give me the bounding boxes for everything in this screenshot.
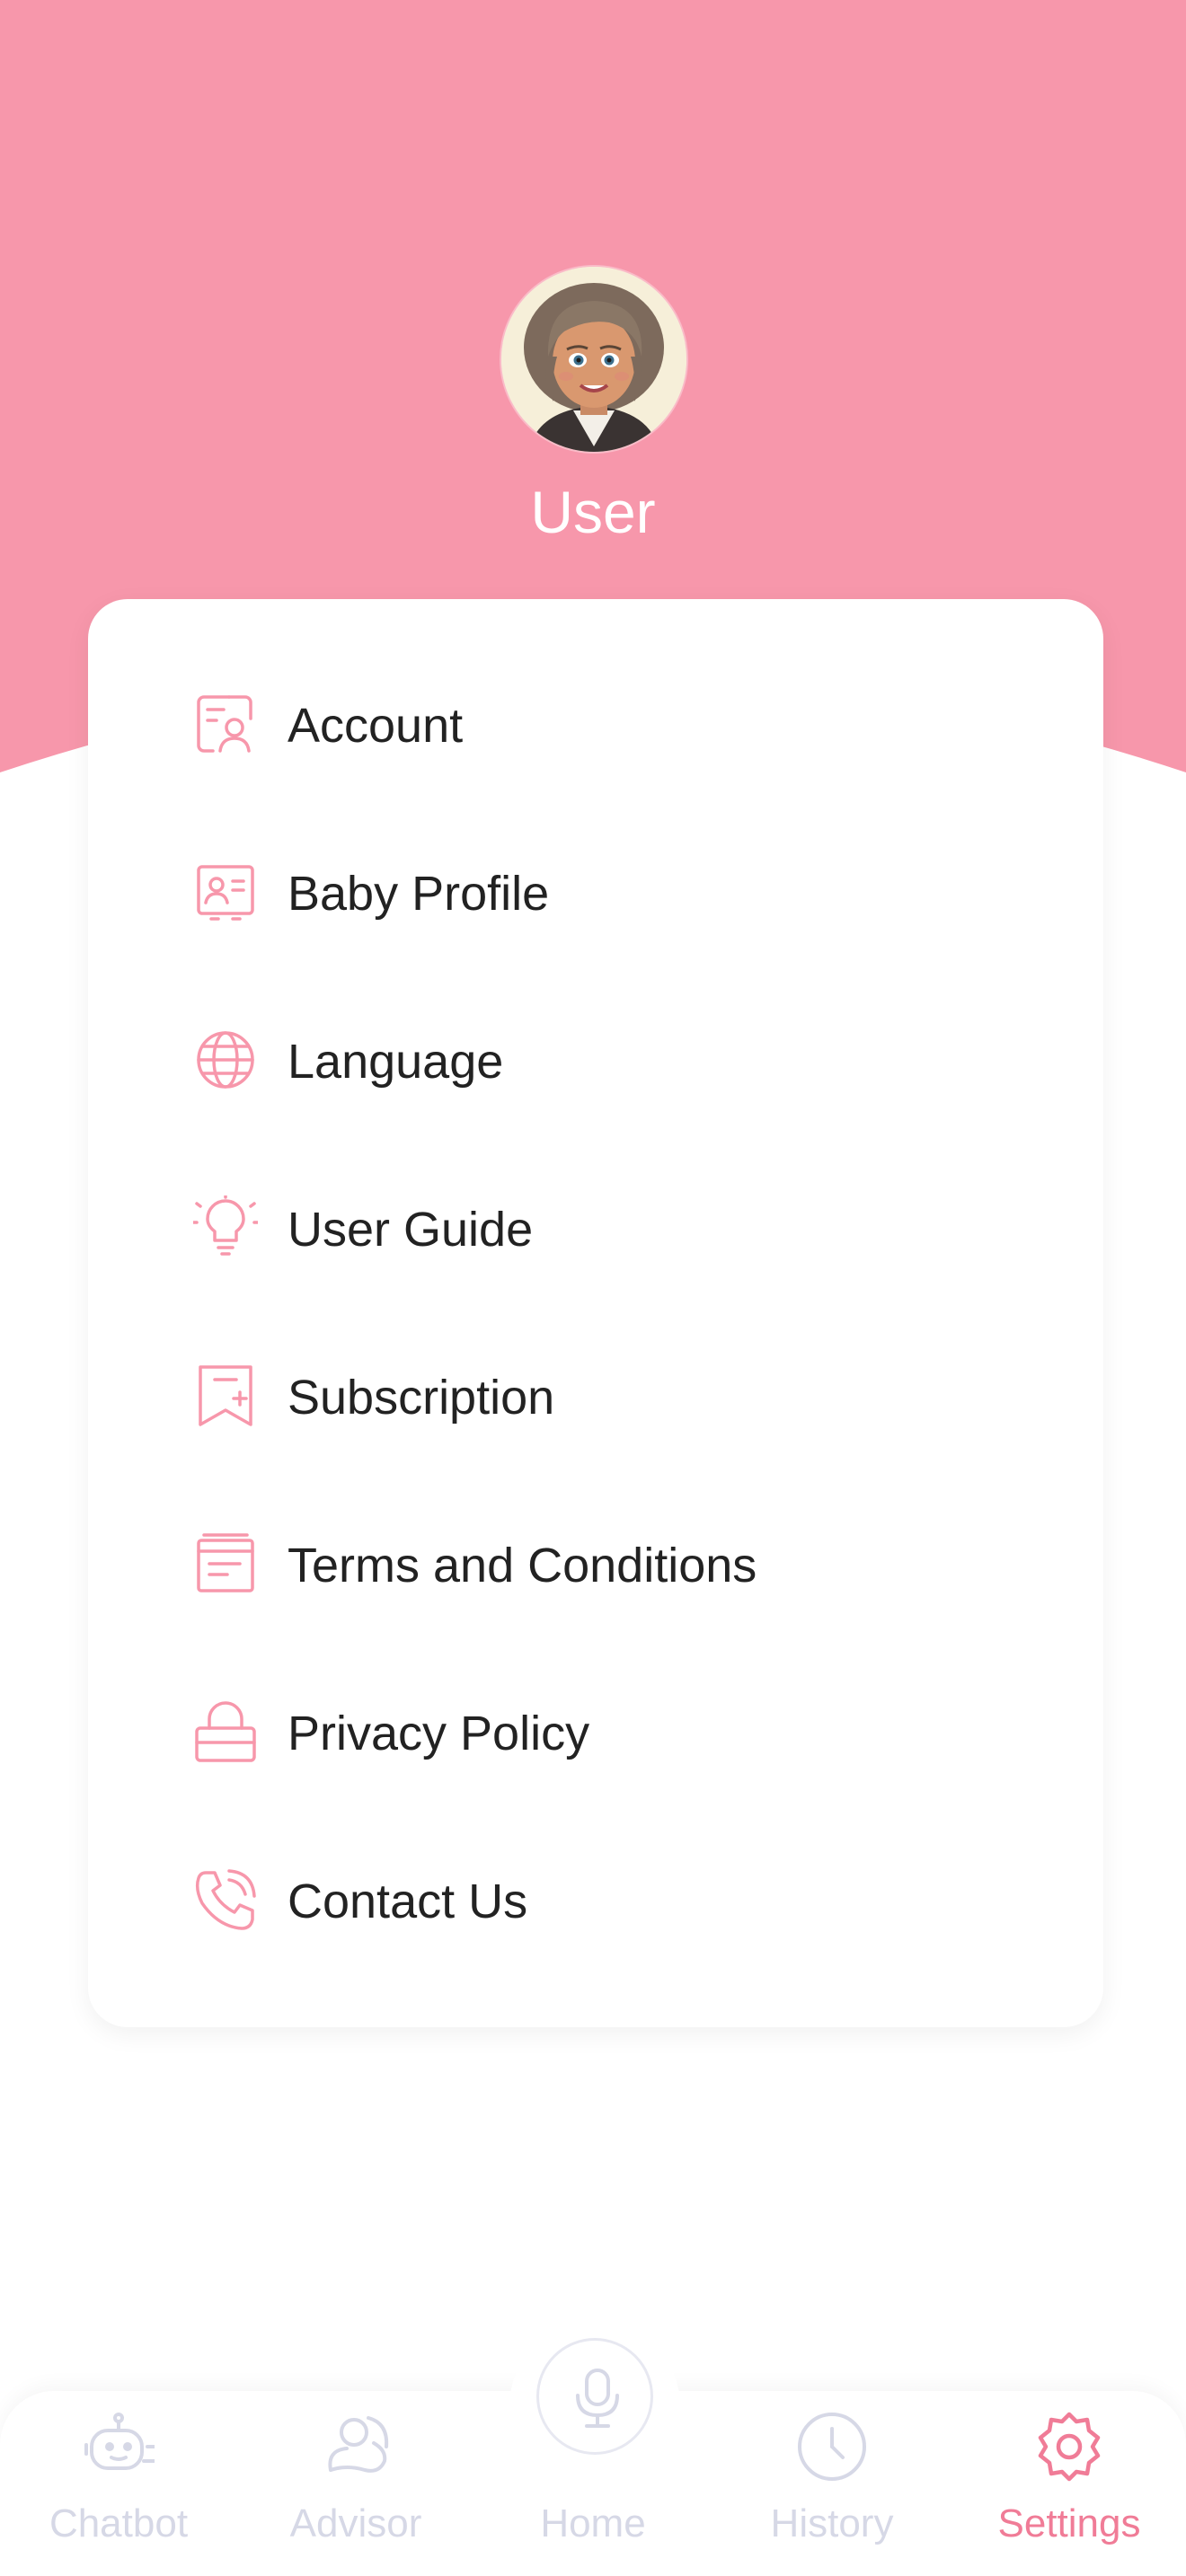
menu-item-user-guide[interactable]: User Guide xyxy=(88,1160,1103,1295)
tab-home[interactable]: Home xyxy=(485,2391,701,2576)
settings-menu-card: Account Baby Profile Language User Guide… xyxy=(88,599,1103,2027)
menu-item-contact-us[interactable]: Contact Us xyxy=(88,1832,1103,1967)
clock-icon xyxy=(796,2411,868,2483)
menu-item-label: Language xyxy=(288,1035,504,1089)
menu-item-label: Privacy Policy xyxy=(288,1707,590,1760)
user-name: User xyxy=(530,479,656,545)
profile-card-icon xyxy=(193,860,258,924)
menu-item-language[interactable]: Language xyxy=(88,992,1103,1127)
account-card-icon xyxy=(193,692,258,756)
tab-label: Home xyxy=(540,2501,646,2545)
menu-item-terms[interactable]: Terms and Conditions xyxy=(88,1496,1103,1631)
tab-advisor[interactable]: Advisor xyxy=(248,2391,464,2576)
tab-label: Advisor xyxy=(289,2501,422,2545)
menu-item-label: Subscription xyxy=(288,1371,555,1425)
bookmark-plus-icon xyxy=(193,1363,258,1428)
phone-icon xyxy=(193,1867,258,1932)
menu-item-baby-profile[interactable]: Baby Profile xyxy=(88,825,1103,959)
gear-icon xyxy=(1033,2411,1105,2483)
tab-settings[interactable]: Settings xyxy=(961,2391,1177,2576)
menu-item-label: Contact Us xyxy=(288,1875,528,1928)
robot-icon xyxy=(83,2411,155,2483)
tab-label: Settings xyxy=(997,2501,1141,2545)
menu-item-account[interactable]: Account xyxy=(88,657,1103,791)
menu-item-label: Baby Profile xyxy=(288,867,550,921)
advisor-icon xyxy=(320,2411,392,2483)
menu-item-subscription[interactable]: Subscription xyxy=(88,1328,1103,1463)
globe-icon xyxy=(193,1028,258,1092)
document-icon xyxy=(193,1531,258,1596)
tab-history[interactable]: History xyxy=(724,2391,940,2576)
menu-item-label: Terms and Conditions xyxy=(288,1539,757,1592)
lock-icon xyxy=(193,1699,258,1764)
lightbulb-icon xyxy=(193,1195,258,1260)
avatar[interactable] xyxy=(501,267,686,452)
menu-item-label: Account xyxy=(288,699,464,753)
tab-chatbot[interactable]: Chatbot xyxy=(11,2391,226,2576)
tab-label: Chatbot xyxy=(49,2501,189,2545)
menu-item-privacy-policy[interactable]: Privacy Policy xyxy=(88,1664,1103,1799)
tab-label: History xyxy=(770,2501,894,2545)
menu-item-label: User Guide xyxy=(288,1203,534,1257)
